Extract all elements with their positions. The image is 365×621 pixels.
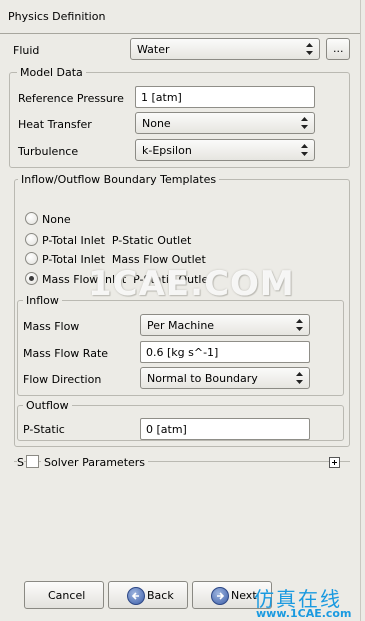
reference-pressure-input[interactable]: 1 [atm] [135,86,315,108]
updown-arrows-icon [295,371,304,385]
mass-flow-rate-value: 0.6 [kg s^-1] [146,346,219,359]
fluid-select-value: Water [137,43,170,56]
mass-flow-select[interactable]: Per Machine [140,314,310,336]
heat-transfer-value: None [142,117,171,130]
panel-divider [360,0,361,621]
back-arrow-icon [127,587,145,605]
cancel-button-label: Cancel [48,589,86,602]
panel-title: Physics Definition [8,10,106,23]
fluid-select[interactable]: Water [130,38,320,60]
updown-arrows-icon [305,42,314,56]
next-button[interactable]: Next [192,581,272,609]
fluid-more-button[interactable]: ... [326,38,350,60]
back-button-label: Back [147,589,174,602]
watermark-url-text: www.1CAE.com [256,607,352,620]
p-static-input[interactable]: 0 [atm] [140,418,310,440]
reference-pressure-value: 1 [atm] [141,91,182,104]
heat-transfer-label: Heat Transfer [18,118,92,131]
outflow-title: Outflow [23,399,72,412]
flow-direction-label: Flow Direction [23,373,102,386]
flow-direction-value: Normal to Boundary [147,372,258,385]
turbulence-value: k-Epsilon [142,144,192,157]
model-data-title: Model Data [17,66,86,79]
inflow-title: Inflow [23,294,62,307]
solver-parameters-checkbox[interactable] [26,455,39,468]
next-arrow-icon [211,587,229,605]
p-static-label: P-Static [23,423,65,436]
heat-transfer-select[interactable]: None [135,112,315,134]
radio-none-label: None [42,213,71,226]
radio-selected-dot [29,276,34,281]
back-button[interactable]: Back [108,581,188,609]
mass-flow-rate-label: Mass Flow Rate [23,347,109,360]
solver-parameters-label: Solver Parameters [41,456,149,469]
radio-ptotal-massflow-label: P-Total Inlet Mass Flow Outlet [42,253,206,266]
turbulence-select[interactable]: k-Epsilon [135,139,315,161]
turbulence-label: Turbulence [18,145,79,158]
solver-clipped-prefix: S [17,456,24,469]
fluid-label: Fluid [13,44,40,57]
updown-arrows-icon [300,116,309,130]
cancel-button[interactable]: Cancel [24,581,104,609]
radio-ptotal-pstatic-label: P-Total Inlet P-Static Outlet [42,234,192,247]
mass-flow-value: Per Machine [147,319,215,332]
radio-none[interactable] [25,212,38,225]
flow-direction-select[interactable]: Normal to Boundary [140,367,310,389]
reference-pressure-label: Reference Pressure [18,92,124,105]
templates-title: Inflow/Outflow Boundary Templates [18,173,220,186]
radio-massflow-pstatic[interactable] [25,272,38,285]
radio-massflow-pstatic-label: Mass Flow Inlet P-Static Outlet [42,273,213,286]
mass-flow-label: Mass Flow [23,320,80,333]
expand-plus-icon[interactable] [329,457,340,468]
fluid-more-label: ... [333,42,344,55]
mass-flow-rate-input[interactable]: 0.6 [kg s^-1] [140,341,310,363]
next-button-label: Next [231,589,257,602]
panel-header: Physics Definition [0,0,361,34]
p-static-value: 0 [atm] [146,423,187,436]
radio-ptotal-pstatic[interactable] [25,233,38,246]
updown-arrows-icon [295,318,304,332]
updown-arrows-icon [300,143,309,157]
radio-ptotal-massflow[interactable] [25,252,38,265]
